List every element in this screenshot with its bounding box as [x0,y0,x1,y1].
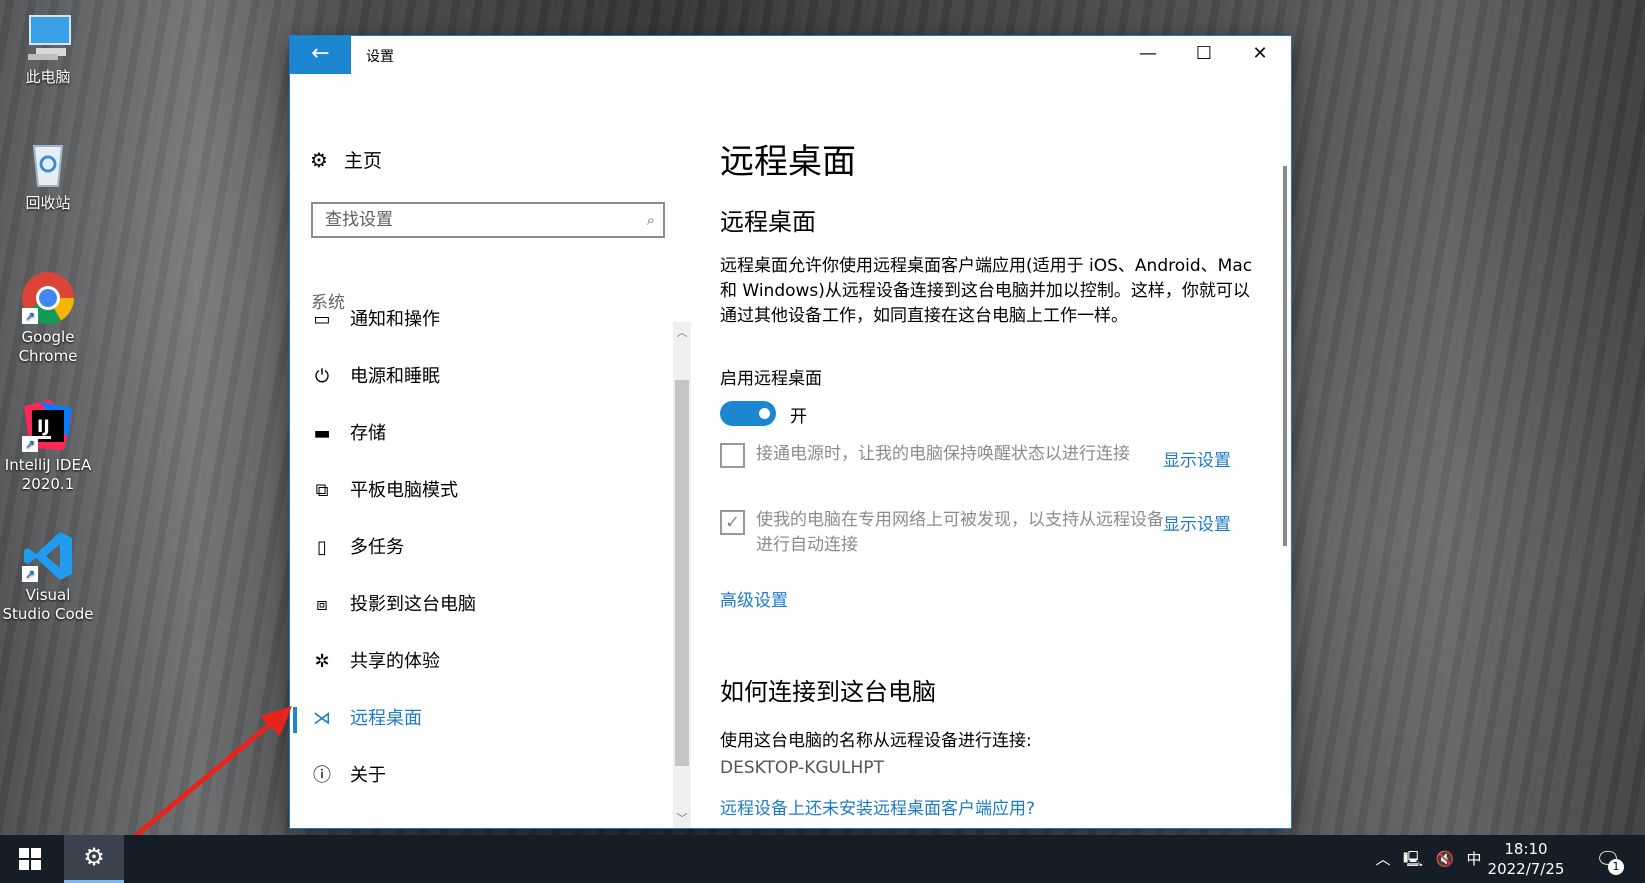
search-box[interactable]: ⌕ [311,202,665,238]
gear-icon: ⚙ [83,843,105,871]
remote-desktop-icon: ⋊ [313,708,331,729]
sidebar-item-label: 平板电脑模式 [350,480,458,501]
shared-experience-icon: ✲ [314,651,330,672]
power-icon: ⏻ [314,366,330,387]
multitask-icon: ▯ [317,537,327,558]
volume-muted-icon[interactable]: 🔇 [1430,835,1460,883]
how-to-connect-title: 如何连接到这台电脑 [720,678,936,706]
desktop-icon-label: Google Chrome [18,328,78,365]
title-bar: ← 设置 — ☐ ✕ [290,36,1291,74]
back-button[interactable]: ← [290,36,351,74]
chrome-icon: ↗ [20,270,76,326]
desktop-icon-recycle-bin[interactable]: 回收站 [2,136,94,213]
computer-icon [20,10,76,66]
scroll-up-icon[interactable]: ︿ [673,324,691,340]
sidebar-item-storage[interactable]: ▬ 存储 [290,414,670,454]
sidebar-item-label: 存储 [350,423,386,444]
toggle-knob [759,408,770,419]
shortcut-arrow-icon: ↗ [22,436,38,452]
clock[interactable]: 18:10 2022/7/25 [1478,839,1574,879]
storage-icon: ▬ [313,423,331,444]
sidebar-item-label: 共享的体验 [350,651,440,672]
desktop-icon-label: 此电脑 [25,68,71,86]
network-icon[interactable]: 🖳 [1398,835,1428,883]
content-scrollbar[interactable] [1283,166,1287,546]
intellij-icon: IJ ↗ [20,398,76,454]
client-app-link[interactable]: 远程设备上还未安装远程桌面客户端应用? [720,794,1035,819]
sidebar-item-label: 投影到这台电脑 [350,594,476,615]
discoverable-checkbox[interactable]: ✓ [720,510,745,535]
sidebar: ⚙主页 ⌕ 系统 ▭ 通知和操作 ⏻ 电源和睡眠 ▬ 存储 ⧉ 平板电脑模式 ▯… [290,74,692,828]
maximize-button[interactable]: ☐ [1176,36,1232,74]
taskbar: ⚙ ︿ 🖳 🔇 中 18:10 2022/7/25 🗨 1 [0,835,1645,883]
back-arrow-icon: ← [311,41,330,66]
sidebar-item-label: 多任务 [350,537,404,558]
sidebar-item-about[interactable]: ⓘ 关于 [290,756,670,796]
keep-awake-checkbox[interactable] [720,443,745,468]
window-title: 设置 [366,49,394,65]
discoverable-text: 使我的电脑在专用网络上可被发现，以支持从远程设备进行自动连接 [756,510,1164,555]
page-title: 远程桌面 [720,142,856,182]
sidebar-item-remote-desktop[interactable]: ⋊ 远程桌面 [290,699,670,739]
search-input[interactable] [313,204,627,236]
sidebar-item-label: 电源和睡眠 [350,366,440,387]
sidebar-item-label: 通知和操作 [350,309,440,330]
minimize-button[interactable]: — [1120,36,1176,74]
enable-remote-desktop-toggle[interactable] [720,401,776,426]
sidebar-item-shared-experiences[interactable]: ✲ 共享的体验 [290,642,670,682]
sidebar-item-label: 关于 [350,765,386,786]
desktop-icon-this-pc[interactable]: 此电脑 [2,10,94,87]
show-settings-link-1[interactable]: 显示设置 [1163,446,1231,471]
shortcut-arrow-icon: ↗ [22,308,38,324]
windows-logo-icon [19,848,41,870]
info-icon: ⓘ [313,765,331,786]
sidebar-item-power[interactable]: ⏻ 电源和睡眠 [290,357,670,397]
search-icon[interactable]: ⌕ [647,211,655,229]
pc-name: DESKTOP-KGULHPT [720,758,884,778]
sidebar-scroll-thumb[interactable] [675,380,689,766]
action-center-button[interactable]: 🗨 1 [1590,835,1626,883]
desktop-icon-intellij[interactable]: IJ ↗ IntelliJ IDEA 2020.1 [2,398,94,494]
close-button[interactable]: ✕ [1232,36,1288,74]
annotation-arrow [125,706,292,845]
vscode-icon: ↗ [20,528,76,584]
tray-chevron-icon[interactable]: ︿ [1370,835,1396,883]
gear-icon: ⚙ [310,148,328,172]
desktop-icon-vscode[interactable]: ↗ Visual Studio Code [2,528,94,624]
svg-text:IJ: IJ [37,417,50,437]
enable-remote-desktop-label: 启用远程桌面 [720,369,822,389]
clock-date: 2022/7/25 [1487,860,1565,878]
checkmark-icon: ✓ [724,512,741,533]
tablet-mode-icon: ⧉ [315,480,329,501]
sidebar-item-tablet-mode[interactable]: ⧉ 平板电脑模式 [290,471,670,511]
sidebar-item-project[interactable]: ⧈ 投影到这台电脑 [290,585,670,625]
advanced-settings-link[interactable]: 高级设置 [720,586,788,611]
toggle-state-text: 开 [790,407,807,427]
scroll-down-icon[interactable]: ﹀ [673,810,691,826]
desktop-icon-label: Visual Studio Code [2,586,94,623]
keep-awake-text: 接通电源时，让我的电脑保持唤醒状态以进行连接 [756,444,1130,464]
sidebar-item-multitasking[interactable]: ▯ 多任务 [290,528,670,568]
notification-count-badge: 1 [1608,859,1624,875]
project-icon: ⧈ [316,594,328,615]
how-to-connect-text: 使用这台电脑的名称从远程设备进行连接: [720,731,1032,751]
section-title: 远程桌面 [720,208,816,236]
settings-window: ← 设置 — ☐ ✕ ⚙主页 ⌕ 系统 ▭ 通知和操作 ⏻ 电源和睡眠 ▬ 存储… [290,36,1291,828]
sidebar-item-notifications[interactable]: ▭ 通知和操作 [290,300,670,340]
desktop-icon-label: 回收站 [25,194,71,212]
home-label: 主页 [344,150,383,172]
recycle-bin-icon [20,136,76,192]
sidebar-home[interactable]: ⚙ 主页 [310,146,382,173]
sidebar-scrollbar[interactable]: ︿ ﹀ [673,322,691,828]
shortcut-arrow-icon: ↗ [22,566,38,582]
desktop-icon-label: IntelliJ IDEA 2020.1 [4,456,92,493]
desktop-icon-chrome[interactable]: ↗ Google Chrome [2,270,94,366]
clock-time: 18:10 [1504,840,1548,858]
sidebar-item-label: 远程桌面 [350,708,422,729]
show-settings-link-2[interactable]: 显示设置 [1163,510,1231,535]
taskbar-settings-app[interactable]: ⚙ [64,835,124,883]
description-text: 远程桌面允许你使用远程桌面客户端应用(适用于 iOS、Android、Mac 和… [720,256,1253,326]
start-button[interactable] [0,835,60,883]
notification-icon: ▭ [313,309,331,330]
